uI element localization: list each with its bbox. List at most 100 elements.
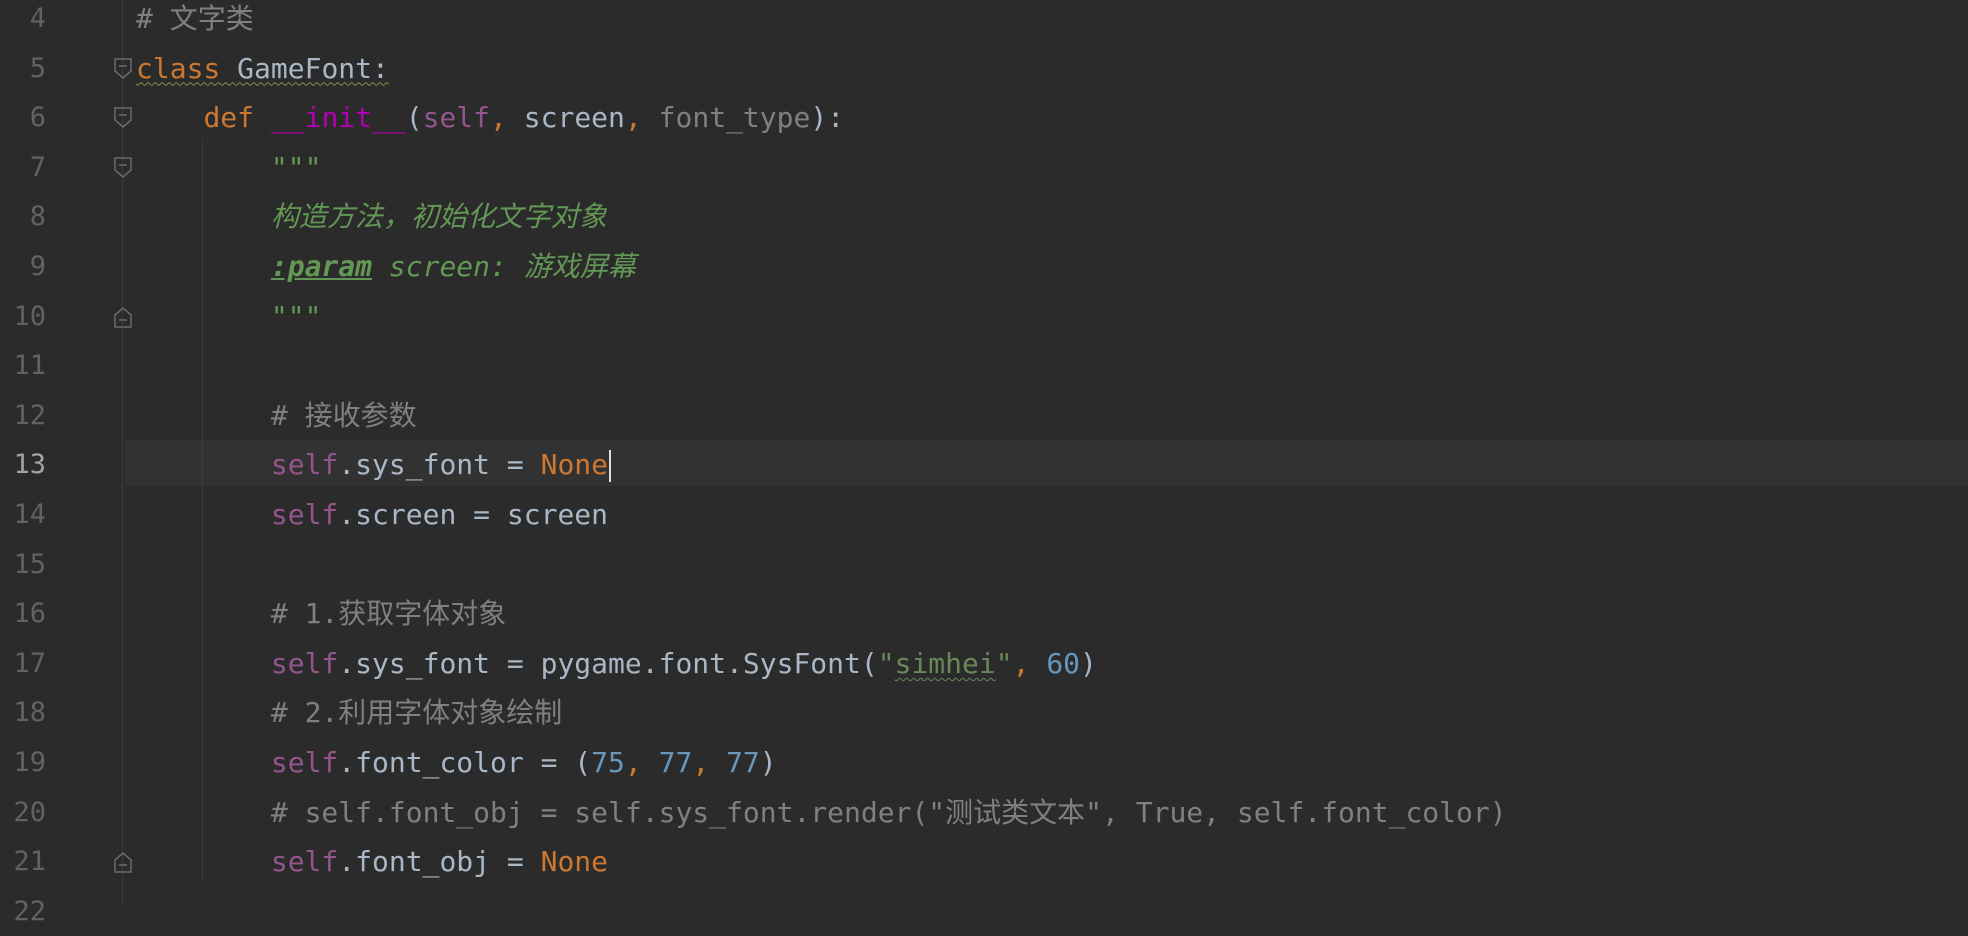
code-text[interactable]: # 接收参数: [136, 391, 417, 441]
code-token: :param: [270, 250, 373, 283]
line-number[interactable]: 8: [0, 192, 46, 242]
code-text[interactable]: """: [136, 143, 322, 193]
line-number[interactable]: 4: [0, 0, 46, 44]
code-token: .font_color = (: [338, 746, 592, 779]
code-token: .screen = screen: [338, 498, 609, 531]
code-token: 77: [726, 746, 760, 779]
code-line[interactable]: 11: [0, 341, 1968, 391]
fold-open-icon[interactable]: [113, 106, 133, 130]
code-token: ,: [692, 746, 727, 779]
code-token: ,: [490, 101, 524, 135]
line-number[interactable]: 18: [0, 688, 46, 738]
text-caret: [609, 450, 612, 483]
line-number[interactable]: 21: [0, 837, 46, 887]
code-text[interactable]: # 2.利用字体对象绘制: [136, 688, 562, 738]
code-line[interactable]: 15: [0, 540, 1968, 590]
fold-open-icon[interactable]: [113, 156, 133, 180]
code-token: # 1.获取字体对象: [270, 597, 507, 631]
code-text[interactable]: """: [136, 292, 322, 342]
code-token: None: [540, 448, 609, 482]
code-token: ": [995, 646, 1013, 680]
code-line[interactable]: 7 """: [0, 143, 1968, 193]
line-number[interactable]: 17: [0, 639, 46, 689]
code-token: """: [270, 150, 322, 184]
line-number[interactable]: 13: [0, 440, 46, 490]
code-line[interactable]: 17 self.sys_font = pygame.font.SysFont("…: [0, 639, 1968, 689]
code-token: .sys_font = pygame.font.SysFont(: [338, 646, 878, 680]
code-token: """: [270, 299, 322, 333]
code-token: # 接收参数: [270, 398, 417, 432]
fold-end-icon[interactable]: [113, 305, 133, 329]
code-token: class: [136, 51, 221, 85]
code-text[interactable]: self.sys_font = pygame.font.SysFont("sim…: [136, 639, 1097, 689]
code-token: simhei: [894, 646, 996, 680]
code-line[interactable]: 19 self.font_color = (75, 77, 77): [0, 738, 1968, 788]
line-number[interactable]: 11: [0, 341, 46, 391]
code-line[interactable]: 18 # 2.利用字体对象绘制: [0, 688, 1968, 738]
code-token: 75: [591, 746, 625, 779]
fold-end-icon[interactable]: [113, 850, 133, 874]
code-line[interactable]: 8 构造方法，初始化文字对象: [0, 192, 1968, 242]
code-line[interactable]: 6 def __init__(self, screen, font_type):: [0, 93, 1968, 143]
code-line[interactable]: 4 # 文字类: [0, 0, 1968, 44]
code-token: self: [270, 845, 339, 879]
code-line[interactable]: 13 self.sys_font = None: [0, 440, 1968, 490]
line-number[interactable]: 22: [0, 887, 46, 936]
code-line[interactable]: 5 class GameFont:: [0, 44, 1968, 94]
line-number[interactable]: 10: [0, 292, 46, 342]
code-token: .sys_font =: [338, 448, 541, 482]
code-token: .font_obj =: [338, 845, 541, 879]
line-number[interactable]: 14: [0, 490, 46, 540]
line-number[interactable]: 19: [0, 738, 46, 788]
line-number[interactable]: 5: [0, 44, 46, 94]
code-token: screen: 游戏屏幕: [372, 250, 636, 283]
code-line[interactable]: 9 :param screen: 游戏屏幕: [0, 242, 1968, 292]
code-text[interactable]: # self.font_obj = self.sys_font.render("…: [136, 788, 1507, 838]
code-text[interactable]: self.font_color = (75, 77, 77): [136, 738, 777, 788]
code-token: ):: [810, 101, 845, 135]
code-line[interactable]: 12 # 接收参数: [0, 391, 1968, 441]
fold-open-icon[interactable]: [113, 57, 133, 81]
code-editor[interactable]: 4 # 文字类 5 class GameFont: 6 def __init__(sel…: [0, 0, 1968, 927]
line-number[interactable]: 6: [0, 93, 46, 143]
code-line[interactable]: 22: [0, 887, 1968, 936]
code-text[interactable]: :param screen: 游戏屏幕: [136, 242, 636, 292]
line-number[interactable]: 12: [0, 391, 46, 441]
line-number[interactable]: 15: [0, 540, 46, 590]
code-text[interactable]: def __init__(self, screen, font_type):: [136, 93, 844, 143]
code-token: screen: [523, 101, 625, 135]
code-token: self: [270, 498, 339, 531]
code-line[interactable]: 16 # 1.获取字体对象: [0, 589, 1968, 639]
code-text[interactable]: # 文字类: [136, 0, 254, 44]
code-token: 构造方法，初始化文字对象: [270, 200, 607, 234]
code-token: GameFont:: [220, 51, 389, 85]
code-line[interactable]: 14 self.screen = screen: [0, 490, 1968, 540]
code-token: self: [270, 746, 339, 779]
code-token: ,: [1012, 646, 1047, 680]
code-line[interactable]: 10 """: [0, 292, 1968, 342]
code-text[interactable]: class GameFont:: [136, 44, 389, 94]
code-token: 60: [1046, 646, 1081, 680]
code-text[interactable]: self.font_obj = None: [136, 837, 608, 887]
code-line[interactable]: 20 # self.font_obj = self.sys_font.rende…: [0, 788, 1968, 838]
code-token: ,: [624, 101, 659, 135]
line-number[interactable]: 16: [0, 589, 46, 639]
code-line[interactable]: 21 self.font_obj = None: [0, 837, 1968, 887]
code-text[interactable]: # 1.获取字体对象: [136, 589, 506, 639]
line-number[interactable]: 9: [0, 242, 46, 292]
code-token: # 2.利用字体对象绘制: [270, 696, 563, 730]
code-text[interactable]: self.screen = screen: [136, 490, 608, 540]
code-text[interactable]: self.sys_font = None: [136, 440, 612, 490]
code-token: ): [1080, 646, 1097, 680]
code-text[interactable]: 构造方法，初始化文字对象: [136, 192, 607, 242]
line-number[interactable]: 7: [0, 143, 46, 193]
line-number[interactable]: 20: [0, 788, 46, 838]
